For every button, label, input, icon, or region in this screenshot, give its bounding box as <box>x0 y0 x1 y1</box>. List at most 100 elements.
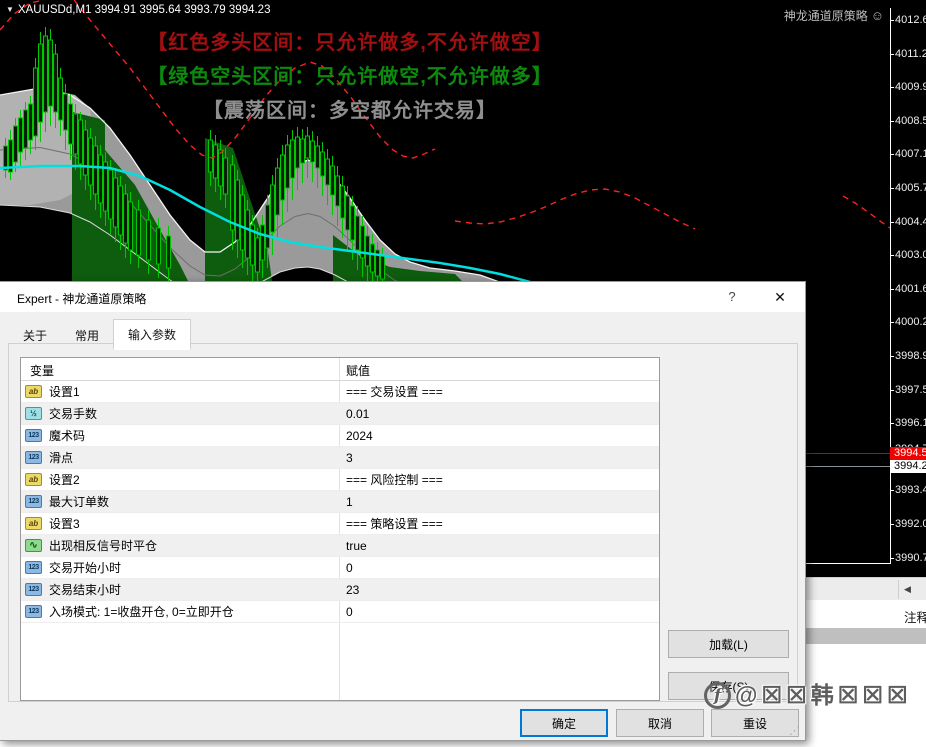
tab-about[interactable]: 关于 <box>9 322 61 349</box>
param-row[interactable]: ab设置3=== 策略设置 === <box>21 513 659 535</box>
signal-red-dashed-line <box>843 196 890 228</box>
param-value[interactable]: 2024 <box>346 429 373 443</box>
bid-price-badge: 3994.23 <box>890 460 926 473</box>
price-axis-label: 4004.40 <box>895 216 926 228</box>
param-value[interactable]: 0.01 <box>346 407 369 421</box>
param-type-dbl-icon: ½ <box>25 407 42 420</box>
price-axis-label: 4012.65 <box>895 14 926 26</box>
watermark-glyph: ☒ <box>862 682 883 709</box>
param-name: 出现相反信号时平仓 <box>49 537 157 554</box>
param-name: 交易结束小时 <box>49 581 121 598</box>
candle-body <box>104 162 108 211</box>
price-axis-label: 3993.40 <box>895 484 926 496</box>
candle-body <box>371 244 375 272</box>
price-axis-label: 4001.65 <box>895 283 926 295</box>
candle-body <box>346 196 350 230</box>
param-row[interactable]: ½交易手数0.01 <box>21 403 659 425</box>
param-row[interactable]: ab设置2=== 风险控制 === <box>21 469 659 491</box>
param-row[interactable]: ab 设置1 === 交易设置 === <box>21 381 659 403</box>
ask-price-badge: 3994.56 <box>890 447 926 460</box>
param-name: 魔术码 <box>49 427 85 444</box>
candle-body <box>351 206 355 240</box>
param-type-str-icon: ab <box>25 385 42 398</box>
table-header-row: 变量 赋值 <box>21 358 659 381</box>
param-row[interactable]: ∿出现相反信号时平仓true <box>21 535 659 557</box>
candle-body <box>276 168 280 215</box>
parameter-rows: ab设置1=== 交易设置 ===½交易手数0.01123魔术码2024123滑… <box>21 381 659 623</box>
price-axis-label: 3997.50 <box>895 384 926 396</box>
candle-body <box>114 178 118 227</box>
param-value[interactable]: 0 <box>346 605 353 619</box>
price-axis-label: 3992.05 <box>895 518 926 530</box>
indicator-name-label: 神龙通道原策略☺ <box>784 7 884 24</box>
candle-body <box>261 225 265 260</box>
param-row[interactable]: 123 最大订单数 1 <box>21 491 659 513</box>
tab-common[interactable]: 常用 <box>61 322 113 349</box>
candle-body <box>34 68 38 136</box>
param-value[interactable]: 1 <box>346 495 353 509</box>
reset-button[interactable]: 重设 <box>711 709 799 737</box>
candle-body <box>321 152 325 176</box>
candle-body <box>241 195 245 250</box>
candle-body <box>4 146 8 170</box>
column-header-value: 赋值 <box>346 362 370 379</box>
param-value[interactable]: === 策略设置 === <box>346 515 443 532</box>
param-type-int-icon: 123 <box>25 451 42 464</box>
param-value[interactable]: === 风险控制 === <box>346 471 443 488</box>
candle-body <box>214 145 218 178</box>
candle-body <box>281 155 285 200</box>
candle-body <box>167 236 171 268</box>
signal-red-dashed-line <box>455 189 695 229</box>
dialog-titlebar[interactable]: Expert - 神龙通道原策略 ? ✕ <box>0 282 805 312</box>
parameters-table: 变量 赋值 ab设置1=== 交易设置 ===½交易手数0.01123魔术码20… <box>20 357 660 701</box>
param-name: 最大订单数 <box>49 493 109 510</box>
candle-body <box>224 158 228 194</box>
param-name: 交易开始小时 <box>49 559 121 576</box>
price-axis-label: 3996.15 <box>895 417 926 429</box>
candle-body <box>94 146 98 194</box>
dialog-tabs: 关于 常用 输入参数 <box>9 319 191 349</box>
param-value[interactable]: 23 <box>346 583 359 597</box>
help-button[interactable]: ? <box>715 282 749 312</box>
param-name: 入场模式: 1=收盘开仓, 0=立即开仓 <box>49 603 234 620</box>
price-axis-label: 4009.90 <box>895 81 926 93</box>
price-axis[interactable]: 4012.654011.254009.904008.504007.154005.… <box>890 0 926 578</box>
candle-body <box>291 140 295 178</box>
load-button[interactable]: 加载(L) <box>668 630 789 658</box>
param-type-int-icon: 123 <box>25 583 42 596</box>
param-value[interactable]: 0 <box>346 561 353 575</box>
candle-body <box>246 210 250 258</box>
chevron-down-icon[interactable]: ▼ <box>6 5 14 14</box>
param-type-int-icon: 123 <box>25 495 42 508</box>
close-icon[interactable]: ✕ <box>763 282 797 312</box>
param-row[interactable]: 123 交易结束小时 23 <box>21 579 659 601</box>
watermark-glyph: 韩 <box>811 682 834 709</box>
param-value[interactable]: 3 <box>346 451 353 465</box>
price-axis-label: 4008.50 <box>895 115 926 127</box>
param-value[interactable]: true <box>346 539 367 553</box>
candle-body <box>236 180 240 240</box>
param-name: 滑点 <box>49 449 73 466</box>
param-name: 设置1 <box>49 383 80 400</box>
cancel-button[interactable]: 取消 <box>616 709 704 737</box>
param-row[interactable]: 123 交易开始小时 0 <box>21 557 659 579</box>
terminal-comment-column-header: 注释 <box>904 607 926 626</box>
price-axis-label: 4003.00 <box>895 249 926 261</box>
mt-terminal-screen: ▼XAUUSDd,M1 3994.91 3995.64 3993.79 3994… <box>0 0 926 747</box>
resize-grip[interactable]: ⋰ <box>789 724 800 737</box>
param-value[interactable]: === 交易设置 === <box>346 383 443 400</box>
candle-body <box>341 186 345 218</box>
expert-properties-dialog: Expert - 神龙通道原策略 ? ✕ 关于 常用 输入参数 变量 赋值 ab… <box>0 281 806 741</box>
param-type-int-icon: 123 <box>25 561 42 574</box>
param-row[interactable]: 123魔术码2024 <box>21 425 659 447</box>
candle-body <box>157 228 161 264</box>
param-row[interactable]: 123 滑点 3 <box>21 447 659 469</box>
candle-body <box>89 138 93 185</box>
zone-annotation-line: 【震荡区间：多空都允许交易】 <box>40 96 660 130</box>
ok-button[interactable]: 确定 <box>520 709 608 737</box>
candle-body <box>296 137 300 168</box>
param-type-int-icon: 123 <box>25 605 42 618</box>
tab-inputs[interactable]: 输入参数 <box>113 319 191 350</box>
param-row[interactable]: 123 入场模式: 1=收盘开仓, 0=立即开仓 0 <box>21 601 659 623</box>
scroll-left-arrow-icon[interactable]: ◀ <box>904 584 911 595</box>
